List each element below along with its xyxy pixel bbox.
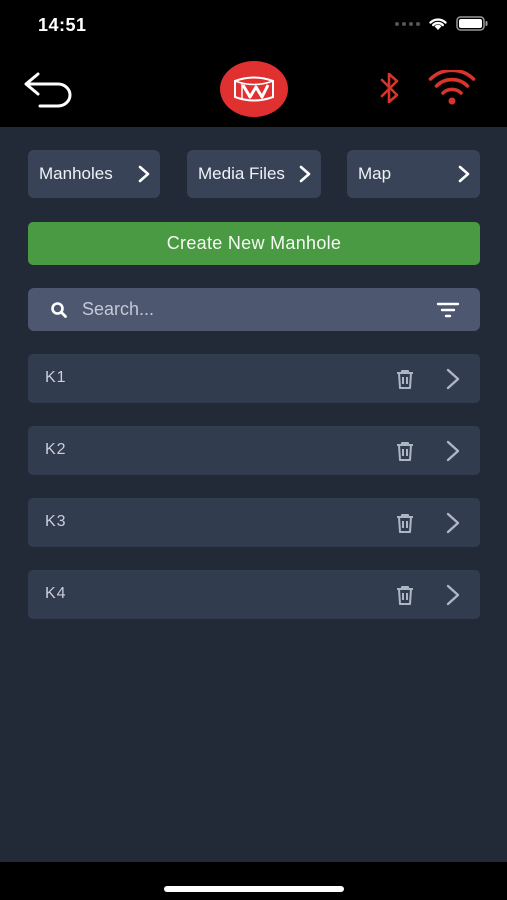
app-logo: [220, 61, 288, 117]
manhole-list-item[interactable]: K1: [28, 354, 480, 403]
manhole-name: K2: [45, 441, 67, 458]
nav-row: Manholes Media Files Map: [28, 150, 480, 198]
manhole-list: K1 K2 K3 K4: [28, 354, 480, 642]
logo-mark-icon: [234, 76, 274, 102]
filter-icon[interactable]: [436, 301, 460, 319]
chevron-right-icon: [138, 165, 150, 183]
chevron-right-icon: [458, 165, 470, 183]
trash-icon[interactable]: [394, 440, 416, 462]
status-bar: 14:51: [0, 0, 507, 52]
chevron-right-icon: [299, 165, 311, 183]
status-wifi-icon: [429, 18, 447, 30]
status-time: 14:51: [38, 15, 87, 35]
home-bar-area: [0, 862, 507, 900]
manhole-name: K1: [45, 369, 67, 386]
trash-icon[interactable]: [394, 512, 416, 534]
map-nav-label: Map: [358, 164, 392, 183]
home-indicator[interactable]: [164, 886, 344, 892]
cellular-signal-icon: [395, 21, 420, 26]
media-files-nav-button[interactable]: Media Files: [187, 150, 321, 198]
status-icons: [395, 16, 489, 31]
chevron-right-icon: [446, 440, 460, 462]
chevron-right-icon: [446, 584, 460, 606]
search-bar: [28, 288, 480, 331]
search-icon: [51, 302, 67, 318]
app-header: [0, 52, 507, 127]
manhole-name: K3: [45, 513, 67, 530]
map-nav-button[interactable]: Map: [347, 150, 480, 198]
manhole-name: K4: [45, 585, 67, 602]
media-files-nav-label: Media Files: [198, 164, 285, 183]
back-button[interactable]: [22, 70, 74, 108]
manhole-list-item[interactable]: K3: [28, 498, 480, 547]
create-new-manhole-button[interactable]: Create New Manhole: [28, 222, 480, 265]
chevron-right-icon: [446, 512, 460, 534]
trash-icon[interactable]: [394, 584, 416, 606]
manhole-list-item[interactable]: K4: [28, 570, 480, 619]
manhole-list-item[interactable]: K2: [28, 426, 480, 475]
search-input[interactable]: [82, 288, 422, 331]
manholes-nav-button[interactable]: Manholes: [28, 150, 160, 198]
wifi-icon[interactable]: [428, 70, 476, 106]
manholes-nav-label: Manholes: [39, 164, 113, 183]
trash-icon[interactable]: [394, 368, 416, 390]
back-arrow-icon: [24, 72, 72, 108]
chevron-right-icon: [446, 368, 460, 390]
bluetooth-icon[interactable]: [378, 71, 402, 105]
battery-icon: [456, 16, 488, 31]
